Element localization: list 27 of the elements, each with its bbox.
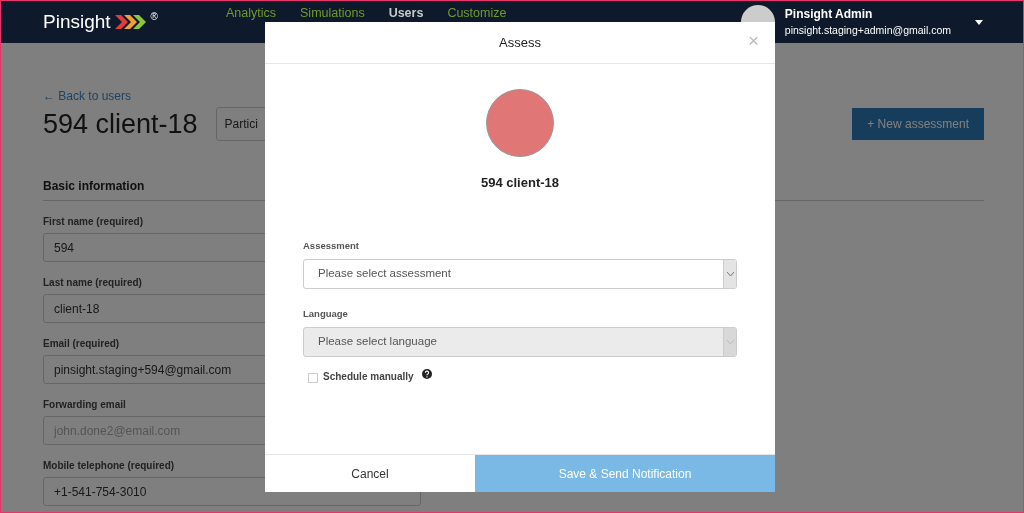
field-label: Assessment <box>303 238 359 253</box>
user-name: Pinsight Admin <box>784 6 874 24</box>
modal-title: Assess <box>499 33 541 52</box>
new-assessment-button[interactable]: + New assessment <box>852 108 984 140</box>
field-label: Last name (required) <box>43 276 142 290</box>
field-label: Email (required) <box>43 337 120 351</box>
help-icon[interactable] <box>421 369 432 379</box>
select-field[interactable]: Please select assessment <box>303 258 737 289</box>
field-label: Forwarding email <box>43 398 126 412</box>
back-link[interactable]: ← Back to users <box>43 89 132 103</box>
client-name: 594 client-18 <box>480 174 559 192</box>
logo-chevrons-icon <box>114 15 147 29</box>
nav-link[interactable]: Simulations <box>300 6 365 21</box>
nav-link[interactable]: Analytics <box>226 6 276 21</box>
checkbox-label: Schedule manually <box>323 370 414 384</box>
page-title: 594 client-18 <box>43 107 198 141</box>
nav-link[interactable]: Customize <box>447 6 507 21</box>
field-label: First name (required) <box>43 215 144 229</box>
caret-icon[interactable] <box>975 19 983 25</box>
user-email: pinsight.staging+admin@gmail.com <box>784 23 951 39</box>
brand-name: Pinsight <box>43 9 111 34</box>
field-label: Mobile telephone (required) <box>43 459 175 473</box>
nav-link[interactable]: Users <box>388 6 424 21</box>
chevron-down-icon <box>726 271 734 276</box>
checkbox[interactable] <box>308 373 318 383</box>
field-label: Language <box>303 306 348 321</box>
registered-mark: ® <box>150 11 158 22</box>
